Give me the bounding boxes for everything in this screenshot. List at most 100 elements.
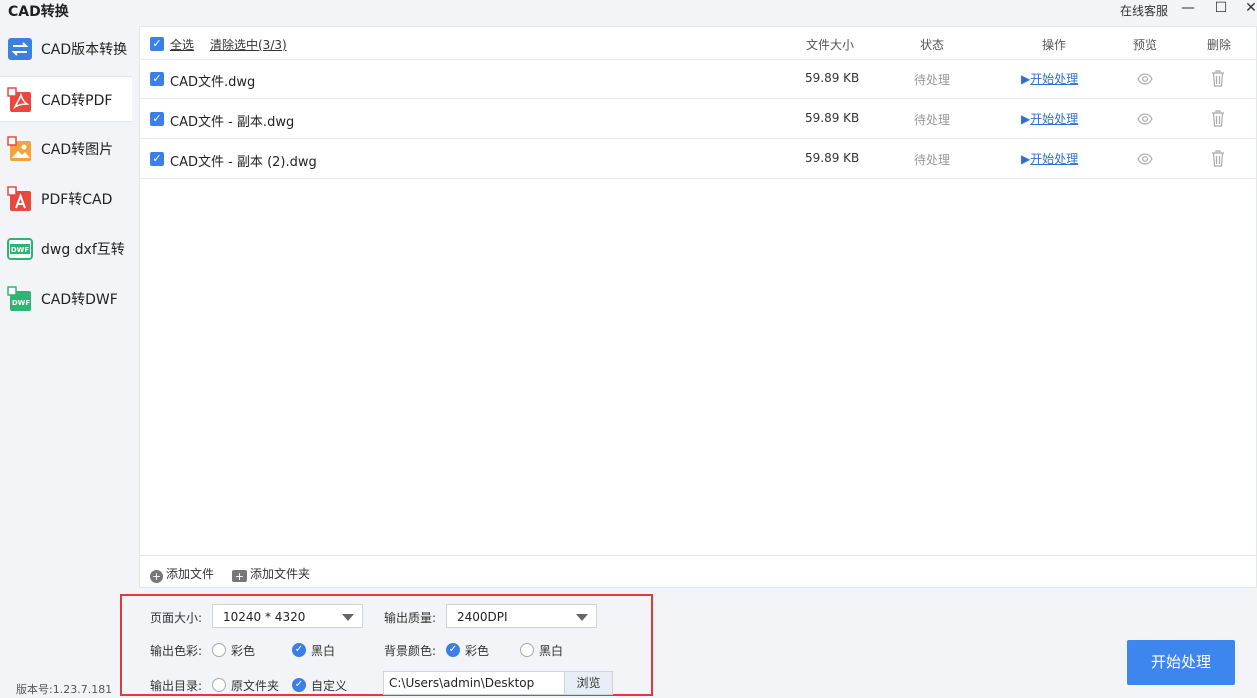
output-settings-panel: 页面大小: 10240 * 4320 输出质量: 2400DPI 输出色彩: 彩… — [120, 594, 653, 696]
sidebar-item-version-convert[interactable]: CAD版本转换 — [0, 26, 132, 72]
file-name: CAD文件.dwg — [170, 75, 256, 90]
add-folder-label: 添加文件夹 — [250, 567, 311, 581]
pdf-to-cad-icon — [7, 186, 31, 211]
image-icon — [7, 136, 31, 161]
add-bar: + 添加文件 + 添加文件夹 — [139, 555, 1257, 588]
sidebar-item-label: CAD版本转换 — [41, 42, 128, 58]
trash-icon[interactable] — [1211, 110, 1225, 127]
eye-icon[interactable] — [1137, 111, 1153, 127]
file-list-panel: ✓ 全选 清除选中(3/3) 文件大小 状态 操作 预览 删除 ✓ CAD文件.… — [139, 26, 1257, 588]
play-icon: ▶ — [1021, 112, 1031, 126]
add-folder-button[interactable]: + 添加文件夹 — [232, 565, 311, 583]
file-size: 59.89 KB — [805, 71, 860, 85]
trash-icon[interactable] — [1211, 70, 1225, 87]
minimize-button[interactable]: — — [1178, 0, 1198, 18]
start-process-label: 开始处理 — [1030, 72, 1079, 86]
eye-icon[interactable] — [1137, 71, 1153, 87]
dir-option-custom: 自定义 — [311, 679, 348, 693]
app-title: CAD转换 — [8, 4, 69, 20]
output-path-input[interactable]: C:\Users\admin\Desktop — [383, 671, 565, 695]
file-name: CAD文件 - 副本.dwg — [170, 115, 295, 130]
version-label: 版本号:1.23.7.181 — [16, 683, 113, 696]
sidebar-item-cad-to-pdf[interactable]: CAD转PDF — [0, 76, 132, 122]
sidebar-item-label: CAD转DWF — [41, 292, 118, 308]
page-size-value: 10240 * 4320 — [223, 610, 306, 624]
file-size: 59.89 KB — [805, 151, 860, 165]
sidebar: CAD版本转换 CAD转PDF CAD转图片 PDF转CAD DWF dwg d… — [0, 24, 132, 698]
output-dir-label: 输出目录: — [150, 679, 203, 693]
file-status: 待处理 — [914, 113, 951, 127]
sidebar-item-dwg-dxf[interactable]: DWF dwg dxf互转 — [0, 226, 132, 272]
folder-plus-icon: + — [232, 570, 247, 583]
sidebar-item-pdf-to-cad[interactable]: PDF转CAD — [0, 176, 132, 222]
file-status: 待处理 — [914, 153, 951, 167]
dir-radio-custom[interactable]: ✓ — [292, 678, 306, 692]
start-process-label: 开始处理 — [1030, 152, 1079, 166]
trash-icon[interactable] — [1211, 150, 1225, 167]
online-service-link[interactable]: 在线客服 — [1120, 2, 1168, 19]
play-icon: ▶ — [1021, 72, 1031, 86]
page-size-label: 页面大小: — [150, 611, 203, 625]
maximize-button[interactable]: ☐ — [1211, 0, 1231, 18]
sidebar-item-label: PDF转CAD — [41, 192, 113, 208]
close-button[interactable]: ✕ — [1241, 0, 1257, 18]
start-process-link[interactable]: ▶开始处理 — [1021, 70, 1078, 87]
column-header-size: 文件大小 — [806, 38, 855, 52]
sidebar-item-label: dwg dxf互转 — [41, 242, 125, 258]
select-all-link[interactable]: 全选 — [170, 36, 194, 53]
sidebar-item-label: CAD转图片 — [41, 142, 114, 158]
table-row: ✓ CAD文件 - 副本.dwg 59.89 KB 待处理 ▶开始处理 — [140, 99, 1256, 139]
start-process-link[interactable]: ▶开始处理 — [1021, 110, 1078, 127]
file-list-header: ✓ 全选 清除选中(3/3) 文件大小 状态 操作 预览 删除 — [140, 27, 1256, 60]
quality-label: 输出质量: — [384, 611, 437, 625]
select-all-checkbox[interactable]: ✓ — [150, 37, 164, 51]
column-header-delete: 删除 — [1207, 38, 1232, 52]
bg-radio-bw[interactable] — [520, 643, 534, 657]
clear-selection-link[interactable]: 清除选中(3/3) — [210, 36, 287, 53]
color-option-color: 彩色 — [231, 644, 256, 658]
title-bar: CAD转换 在线客服 — ☐ ✕ — [0, 0, 1257, 22]
file-name: CAD文件 - 副本 (2).dwg — [170, 155, 317, 170]
sidebar-item-cad-to-image[interactable]: CAD转图片 — [0, 126, 132, 172]
table-row: ✓ CAD文件 - 副本 (2).dwg 59.89 KB 待处理 ▶开始处理 — [140, 139, 1256, 179]
column-header-action: 操作 — [1042, 38, 1067, 52]
bg-radio-color[interactable]: ✓ — [446, 643, 460, 657]
quality-value: 2400DPI — [457, 610, 508, 624]
sidebar-item-cad-to-dwf[interactable]: DWF CAD转DWF — [0, 276, 132, 322]
column-header-preview: 预览 — [1133, 38, 1158, 52]
table-row: ✓ CAD文件.dwg 59.89 KB 待处理 ▶开始处理 — [140, 59, 1256, 99]
dwf-icon: DWF — [7, 286, 31, 311]
pdf-icon — [7, 87, 31, 112]
row-checkbox[interactable]: ✓ — [150, 112, 164, 126]
eye-icon[interactable] — [1137, 151, 1153, 167]
version-convert-icon — [8, 38, 32, 60]
svg-text:DWF: DWF — [12, 299, 31, 307]
file-status: 待处理 — [914, 73, 951, 87]
column-header-status: 状态 — [920, 38, 945, 52]
color-radio-bw[interactable]: ✓ — [292, 643, 306, 657]
quality-select[interactable]: 2400DPI — [446, 604, 597, 628]
row-checkbox[interactable]: ✓ — [150, 152, 164, 166]
file-size: 59.89 KB — [805, 111, 860, 125]
plus-circle-icon: + — [150, 570, 163, 583]
start-process-link[interactable]: ▶开始处理 — [1021, 150, 1078, 167]
dir-radio-original[interactable] — [212, 678, 226, 692]
svg-text:DWF: DWF — [11, 246, 30, 254]
start-process-button[interactable]: 开始处理 — [1127, 640, 1235, 685]
bg-option-color: 彩色 — [465, 644, 490, 658]
bg-option-bw: 黑白 — [539, 644, 564, 658]
chevron-down-icon — [576, 614, 588, 621]
row-checkbox[interactable]: ✓ — [150, 72, 164, 86]
color-label: 输出色彩: — [150, 644, 203, 658]
play-icon: ▶ — [1021, 152, 1031, 166]
page-size-select[interactable]: 10240 * 4320 — [212, 604, 363, 628]
chevron-down-icon — [342, 614, 354, 621]
background-label: 背景颜色: — [384, 644, 437, 658]
dir-option-original: 原文件夹 — [231, 679, 280, 693]
dwg-dxf-icon: DWF — [7, 238, 33, 260]
color-option-bw: 黑白 — [311, 644, 336, 658]
add-file-button[interactable]: + 添加文件 — [150, 565, 214, 583]
color-radio-color[interactable] — [212, 643, 226, 657]
browse-button[interactable]: 浏览 — [565, 671, 613, 695]
add-file-label: 添加文件 — [166, 567, 215, 581]
